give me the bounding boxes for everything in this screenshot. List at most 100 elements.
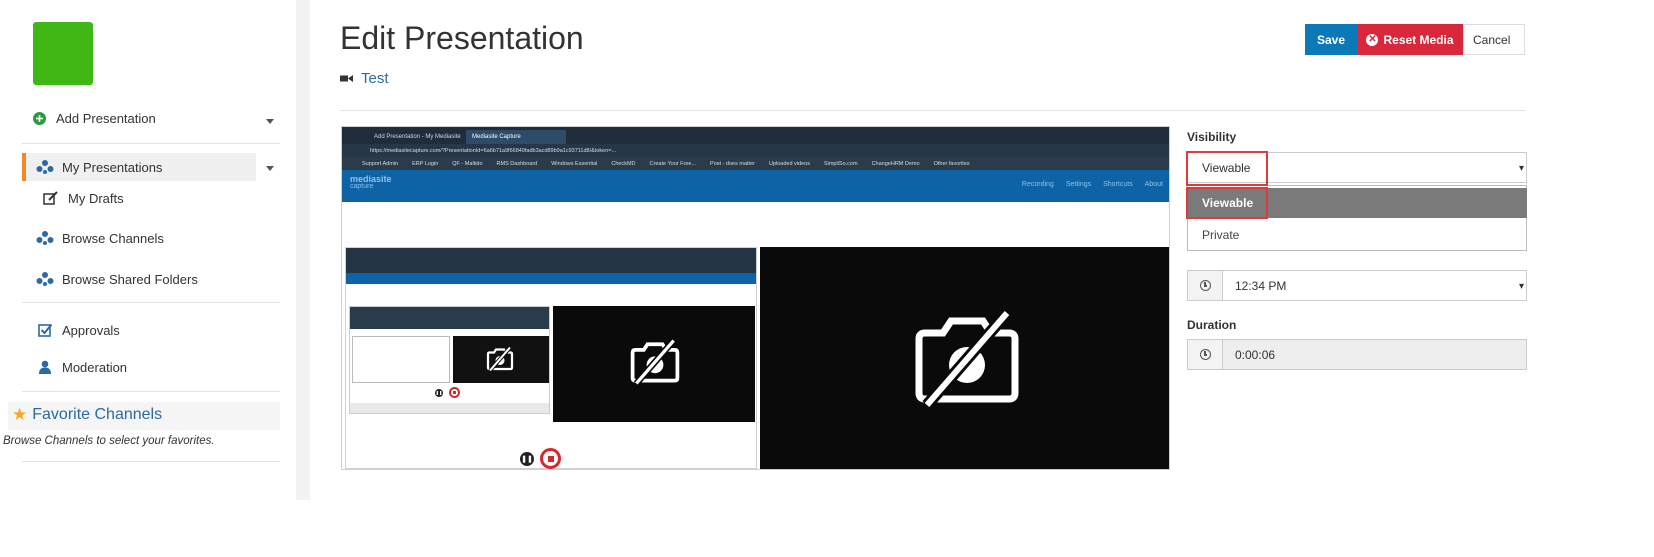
favorite-channels-hint: Browse Channels to select your favorites… bbox=[3, 435, 215, 447]
add-presentation-link[interactable]: Add Presentation bbox=[28, 104, 156, 132]
sidebar-item-label: Browse Shared Folders bbox=[62, 271, 198, 287]
bookmark: Uploaded videos bbox=[768, 160, 810, 167]
capture-brand-sub: capture bbox=[350, 183, 374, 190]
sidebar-item-my-drafts[interactable]: My Drafts bbox=[40, 184, 124, 212]
video-camera-icon bbox=[340, 74, 353, 83]
sidebar-item-my-presentations[interactable]: My Presentations bbox=[34, 153, 162, 181]
sidebar-item-approvals[interactable]: Approvals bbox=[34, 316, 120, 344]
nested-browser-bar bbox=[350, 307, 549, 329]
capture-menu: Recording Settings Shortcuts About bbox=[1022, 181, 1163, 188]
browser-tab-bar: Add Presentation - My Mediasite Mediasit… bbox=[342, 127, 1169, 144]
nested-browser-bar bbox=[346, 248, 756, 273]
divider bbox=[22, 391, 280, 392]
browser-tab: Add Presentation - My Mediasite bbox=[374, 134, 461, 140]
camera-video-pane bbox=[760, 247, 1169, 469]
add-presentation-label: Add Presentation bbox=[56, 110, 156, 126]
sidebar-item-label: My Presentations bbox=[62, 159, 163, 175]
presentation-title-text: Test bbox=[361, 70, 389, 87]
nested-camera-pane bbox=[453, 336, 549, 383]
sidebar-item-label: My Drafts bbox=[68, 190, 124, 206]
divider bbox=[22, 302, 280, 303]
camera-off-icon bbox=[486, 346, 514, 372]
duration-label: Duration bbox=[1187, 318, 1237, 332]
divider bbox=[22, 461, 280, 462]
time-value: 12:34 PM bbox=[1235, 278, 1287, 293]
sidebar-item-moderation[interactable]: Moderation bbox=[34, 353, 127, 381]
nested-screen-thumb bbox=[352, 336, 450, 383]
bookmark: Post - does matter bbox=[710, 160, 755, 167]
camera-off-icon bbox=[915, 309, 1019, 409]
nested-taskbar bbox=[350, 403, 549, 413]
bookmark: Other favorites bbox=[933, 160, 970, 167]
chevron-down-icon: ▾ bbox=[1519, 281, 1525, 292]
bookmark: SimpliSo.com bbox=[823, 160, 858, 167]
divider bbox=[340, 110, 1525, 111]
sidebar-item-label: Browse Channels bbox=[62, 230, 164, 246]
channels-icon bbox=[34, 231, 56, 245]
sidebar-splitter bbox=[296, 0, 310, 500]
time-select[interactable]: 12:34 PM bbox=[1187, 270, 1527, 301]
channels-icon bbox=[34, 160, 56, 174]
cancel-button[interactable]: Cancel bbox=[1463, 24, 1525, 55]
chevron-down-icon: ▾ bbox=[1519, 163, 1525, 174]
duration-value: 0:00:06 bbox=[1235, 347, 1276, 362]
bookmark: ChangeHRM Demo bbox=[871, 160, 920, 167]
bookmark: Windows Essential bbox=[551, 160, 598, 167]
org-logo[interactable] bbox=[33, 22, 93, 85]
sidebar-item-browse-channels[interactable]: Browse Channels bbox=[34, 224, 164, 252]
pause-icon: ❚❚ bbox=[435, 388, 443, 397]
save-button[interactable]: Save bbox=[1305, 24, 1357, 55]
sidebar: Add Presentation My Presentations My Dra… bbox=[0, 0, 296, 557]
chevron-down-icon[interactable] bbox=[266, 166, 274, 171]
browser-url-bar: https://mediasitecapture.com/?Presentati… bbox=[342, 144, 1169, 157]
capture-brand: mediasite capture bbox=[350, 175, 392, 191]
nested-screen-pane: ❚❚ bbox=[349, 306, 550, 414]
browser-tab-active: Mediasite Capture bbox=[466, 130, 566, 144]
star-icon: ★ bbox=[12, 405, 28, 424]
bookmark: Create Your Free... bbox=[649, 160, 697, 167]
camera-off-icon bbox=[630, 338, 680, 386]
bookmark: RMS Dashboard bbox=[496, 160, 538, 167]
clock-icon bbox=[1188, 271, 1223, 300]
favorite-channels-title: ★ Favorite Channels bbox=[12, 405, 162, 425]
pause-icon: ❚❚ bbox=[520, 451, 534, 466]
visibility-label: Visibility bbox=[1187, 130, 1237, 144]
chevron-down-icon[interactable] bbox=[266, 119, 274, 124]
browser-bookmarks-bar: Support Admin ERP Login QF - Maltido RMS… bbox=[342, 157, 1169, 170]
stop-icon bbox=[540, 448, 561, 469]
capture-toolbar-area bbox=[342, 202, 1169, 246]
user-icon bbox=[34, 360, 56, 374]
nested-app-bar bbox=[346, 273, 756, 284]
bookmark: CheckMD bbox=[611, 160, 636, 167]
reset-media-button[interactable]: ✕ Reset Media bbox=[1357, 24, 1463, 55]
highlight-box bbox=[1186, 187, 1268, 219]
capture-menu-item: About bbox=[1144, 181, 1163, 188]
capture-menu-item: Settings bbox=[1065, 181, 1092, 188]
nested-recording-controls: ❚❚ bbox=[435, 387, 460, 398]
close-circle-icon: ✕ bbox=[1366, 33, 1379, 46]
plus-circle-icon bbox=[28, 111, 50, 125]
clock-icon bbox=[1188, 340, 1223, 369]
duration-field: 0:00:06 bbox=[1187, 339, 1527, 370]
bookmark: QF - Maltido bbox=[452, 160, 483, 167]
bookmark: Support Admin bbox=[362, 160, 399, 167]
screen-capture-pane: ❚❚ bbox=[345, 247, 757, 469]
page-title: Edit Presentation bbox=[340, 20, 584, 56]
checkbox-icon bbox=[34, 323, 56, 337]
presentation-preview[interactable]: Add Presentation - My Mediasite Mediasit… bbox=[341, 126, 1170, 470]
recording-controls: ❚❚ bbox=[520, 448, 561, 469]
active-item-indicator bbox=[22, 153, 26, 181]
edit-icon bbox=[40, 191, 62, 205]
sidebar-item-browse-shared-folders[interactable]: Browse Shared Folders bbox=[34, 265, 198, 293]
bookmark: ERP Login bbox=[412, 160, 439, 167]
highlight-box bbox=[1186, 151, 1268, 186]
channels-icon bbox=[34, 272, 56, 286]
reset-media-label: Reset Media bbox=[1383, 32, 1454, 47]
nested-camera-pane bbox=[553, 306, 755, 422]
capture-menu-item: Shortcuts bbox=[1103, 181, 1133, 188]
stop-icon bbox=[449, 387, 460, 398]
presentation-title: Test bbox=[340, 70, 389, 87]
sidebar-item-label: Approvals bbox=[62, 322, 120, 338]
divider bbox=[22, 143, 280, 144]
visibility-option-private[interactable]: Private bbox=[1188, 220, 1527, 250]
